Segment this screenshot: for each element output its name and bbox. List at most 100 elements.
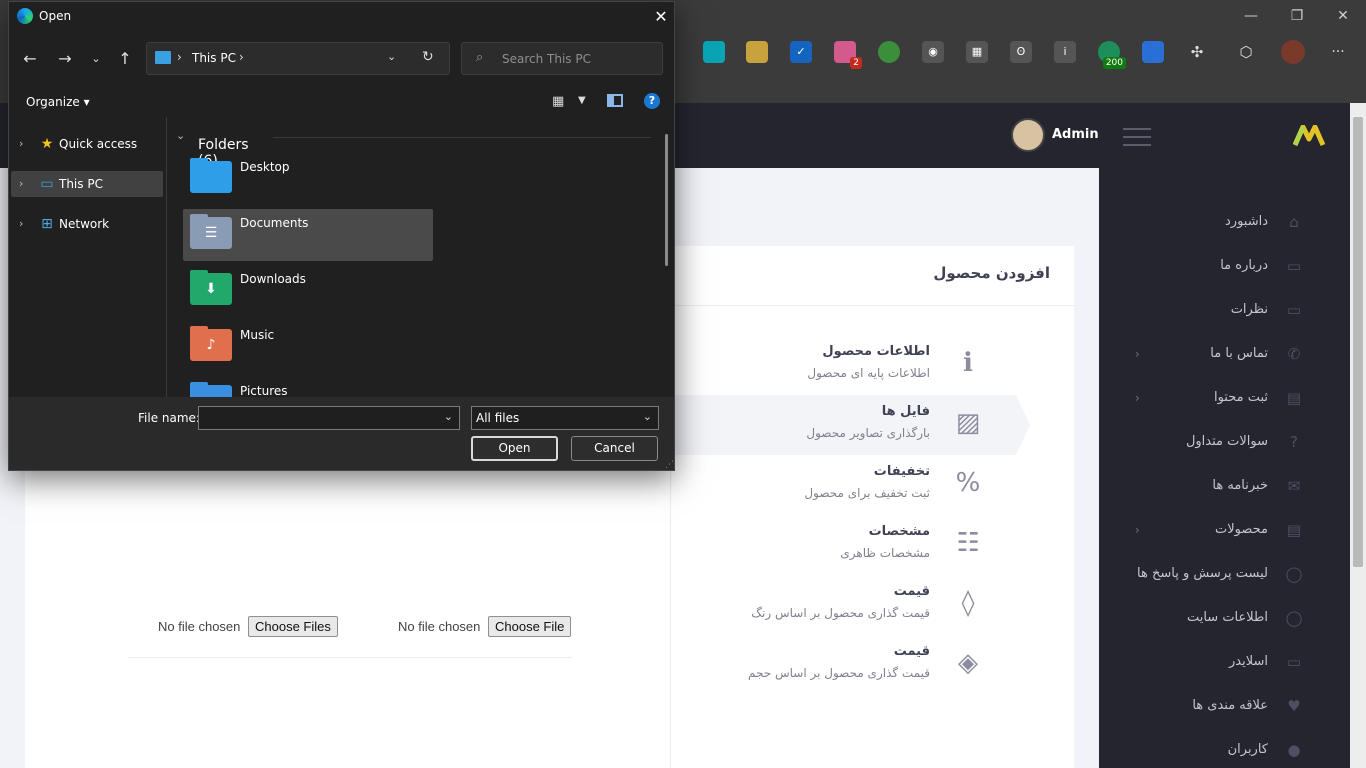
- teal-ext-icon[interactable]: [703, 41, 725, 63]
- scroll-thumb[interactable]: [1353, 117, 1363, 567]
- chevron-down-icon[interactable]: ▼: [578, 95, 586, 106]
- wizard-step[interactable]: % تخفیفات ثبت تخفیف برای محصول: [671, 455, 1016, 515]
- globe-ext-icon[interactable]: [878, 41, 900, 63]
- up-icon[interactable]: ↑: [112, 46, 138, 72]
- address-bar[interactable]: › This PC › ⌄ ↻: [146, 42, 450, 75]
- sidebar-item[interactable]: ▭ درباره ما: [1099, 244, 1350, 288]
- close-icon[interactable]: ✕: [646, 2, 674, 32]
- step-description: مشخصات ظاهری: [840, 546, 930, 560]
- sidebar-item-icon: ?: [1290, 433, 1298, 451]
- wizard-step[interactable]: ◈ قیمت قیمت گذاری محصول بر اساس حجم: [671, 635, 1016, 695]
- sidebar-item-icon: ▤: [1286, 521, 1302, 539]
- nav-item[interactable]: › ▭ This PC: [11, 171, 163, 197]
- wizard-step[interactable]: ◊ قیمت قیمت گذاری محصول بر اساس رنگ: [671, 575, 1016, 635]
- view-icon[interactable]: ▦: [552, 94, 564, 109]
- organize-button[interactable]: Organize ▾: [26, 95, 90, 109]
- calendar-ext-icon[interactable]: ▦: [966, 41, 988, 63]
- file-input-multi[interactable]: No file chosen Choose Files: [158, 616, 338, 637]
- menu-toggle-icon[interactable]: [1123, 128, 1151, 146]
- close-icon[interactable]: ✕: [1320, 4, 1366, 28]
- restore-icon[interactable]: ❐: [1274, 4, 1320, 28]
- wizard-step[interactable]: ▨ فایل ها بارگذاری تصاویر محصول: [671, 395, 1030, 455]
- search-input[interactable]: ⌕ Search This PC: [461, 42, 663, 75]
- preview-pane-icon[interactable]: [607, 94, 623, 107]
- back-icon[interactable]: ←: [17, 46, 43, 72]
- nav-item[interactable]: › ⊞ Network: [11, 211, 163, 237]
- check-ext-icon[interactable]: ✓: [790, 41, 812, 63]
- shield-ext-icon[interactable]: ⬡: [1235, 41, 1257, 63]
- open-button[interactable]: Open: [471, 436, 558, 461]
- refresh-icon[interactable]: ↻: [422, 49, 434, 65]
- dialog-titlebar[interactable]: Open ✕: [9, 2, 674, 32]
- folder-item[interactable]: Pictures: [183, 377, 433, 397]
- nav-item[interactable]: › ★ Quick access: [11, 131, 163, 157]
- camera-ext-icon[interactable]: ◉: [922, 41, 944, 63]
- page-scrollbar[interactable]: [1350, 103, 1366, 768]
- chevron-down-icon[interactable]: ⌄: [643, 410, 652, 423]
- cancel-button[interactable]: Cancel: [571, 436, 658, 461]
- edge-icon: [17, 8, 33, 24]
- file-name-input[interactable]: ⌄: [198, 406, 460, 430]
- wizard-step[interactable]: ☷ مشخصات مشخصات ظاهری: [671, 515, 1016, 575]
- sidebar-item-icon: ✉: [1287, 477, 1301, 495]
- admin-name[interactable]: Admin: [1052, 127, 1099, 142]
- minimize-icon[interactable]: —: [1228, 4, 1274, 28]
- chevron-right-icon[interactable]: ›: [19, 217, 23, 230]
- sidebar-item[interactable]: ✉ خبرنامه ها: [1099, 464, 1350, 508]
- chevron-down-icon[interactable]: ⌄: [444, 410, 453, 423]
- sidebar-item[interactable]: ♥ علاقه مندی ها: [1099, 684, 1350, 728]
- sidebar-item[interactable]: ▭ اسلایدر: [1099, 640, 1350, 684]
- chevron-down-icon[interactable]: ⌄: [176, 129, 185, 142]
- sidebar-item[interactable]: ⌂ داشبورد: [1099, 200, 1350, 244]
- sidebar-item-label: ثبت محتوا: [1213, 390, 1268, 405]
- pc-icon: [155, 51, 171, 64]
- file-type-select[interactable]: All files ⌄: [471, 406, 659, 430]
- choose-file-button[interactable]: Choose File: [488, 616, 572, 637]
- sidebar-item[interactable]: ◯ اطلاعات سایت: [1099, 596, 1350, 640]
- folder-item[interactable]: ☰ Documents: [183, 209, 433, 261]
- chevron-right-icon[interactable]: ›: [177, 50, 182, 64]
- sidebar-item[interactable]: ▭ نظرات: [1099, 288, 1350, 332]
- chevron-right-icon[interactable]: ›: [19, 137, 23, 150]
- folder-item[interactable]: Desktop: [183, 153, 433, 205]
- chevron-right-icon[interactable]: ›: [239, 50, 244, 64]
- sidebar-item[interactable]: ? سوالات متداول: [1099, 420, 1350, 464]
- profile-avatar[interactable]: [1281, 40, 1305, 64]
- sidebar-item[interactable]: ◯ لیست پرسش و پاسخ ها: [1099, 552, 1350, 596]
- sidebar-item[interactable]: ▤ ثبت محتوا ‹: [1099, 376, 1350, 420]
- sidebar-item-icon: ▤: [1286, 389, 1302, 407]
- wizard-steps: ℹ اطلاعات محصول اطلاعات پایه ای محصول ▨ فایل…: [670, 328, 1049, 768]
- info-ext-icon[interactable]: i: [1054, 41, 1076, 63]
- folder-glyph-icon: ☰: [204, 225, 218, 241]
- sidebar-item-label: لیست پرسش و پاسخ ها: [1137, 566, 1268, 581]
- puzzle-ext-icon[interactable]: ✣: [1186, 41, 1208, 63]
- sidebar-item[interactable]: ● کاربران: [1099, 728, 1350, 768]
- avatar[interactable]: [1011, 118, 1045, 152]
- sidebar-item-label: اطلاعات سایت: [1186, 610, 1268, 625]
- sync-ext-icon[interactable]: 200: [1098, 41, 1126, 69]
- step-icon: ◈: [958, 648, 978, 678]
- chevron-down-icon[interactable]: ⌄: [83, 46, 109, 72]
- step-icon: %: [955, 468, 981, 498]
- blue-ext-icon[interactable]: [1142, 41, 1164, 63]
- choose-files-button[interactable]: Choose Files: [248, 616, 338, 637]
- folder-item[interactable]: ♪ Music: [183, 321, 433, 373]
- help-icon[interactable]: ?: [644, 93, 660, 109]
- forward-icon[interactable]: →: [52, 46, 78, 72]
- more-icon[interactable]: ···: [1327, 41, 1349, 63]
- wizard-step[interactable]: ℹ اطلاعات محصول اطلاعات پایه ای محصول: [671, 335, 1016, 395]
- translate-ext-icon[interactable]: ʘ: [1010, 41, 1032, 63]
- resize-grip-icon[interactable]: ⋰: [665, 460, 674, 470]
- address-path[interactable]: This PC: [192, 51, 236, 65]
- scroll-thumb[interactable]: [665, 134, 668, 266]
- chevron-right-icon[interactable]: ›: [19, 177, 23, 190]
- step-title: اطلاعات محصول: [822, 344, 930, 359]
- chevron-down-icon[interactable]: ⌄: [387, 50, 396, 63]
- sidebar-item[interactable]: ▤ محصولات ‹: [1099, 508, 1350, 552]
- sidebar-item[interactable]: ✆ تماس با ما ‹: [1099, 332, 1350, 376]
- folder-item[interactable]: ⬇ Downloads: [183, 265, 433, 317]
- file-input-single[interactable]: No file chosen Choose File: [398, 616, 572, 637]
- pink-ext-icon[interactable]: 2: [834, 41, 862, 69]
- sidebar-item-icon: ◯: [1285, 609, 1303, 627]
- colorful-ext-icon[interactable]: [746, 41, 768, 63]
